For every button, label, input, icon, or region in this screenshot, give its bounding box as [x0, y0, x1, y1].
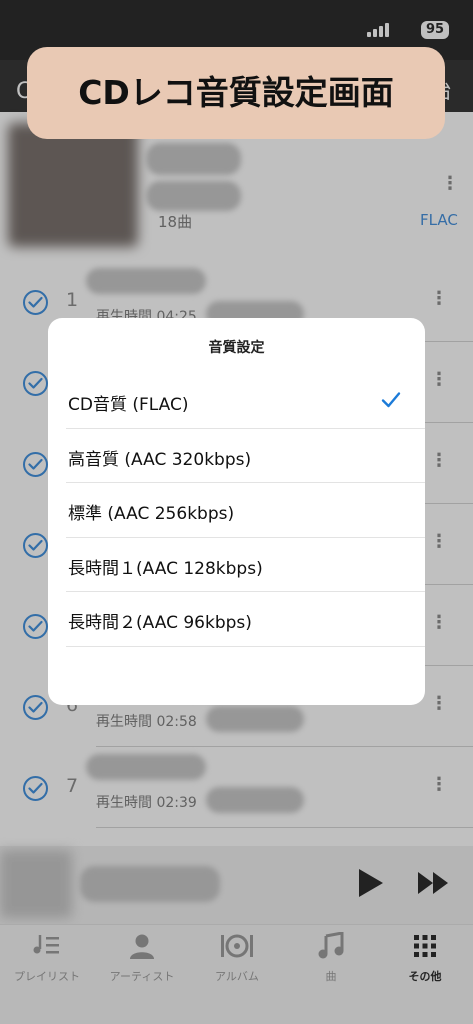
checkmark-icon [381, 391, 401, 413]
quality-option[interactable]: 長時間２(AAC 96kbps) [66, 592, 425, 647]
quality-option-label: 高音質 (AAC 320kbps) [68, 449, 252, 470]
quality-option-label: 標準 (AAC 256kbps) [68, 504, 235, 524]
quality-option[interactable]: 長時間１(AAC 128kbps) [66, 538, 425, 592]
caption-banner: CDレコ音質設定画面 [27, 47, 445, 139]
quality-option-label: CD音質 (FLAC) [68, 395, 189, 415]
quality-option[interactable]: CD音質 (FLAC) [66, 374, 425, 429]
quality-options: CD音質 (FLAC) 高音質 (AAC 320kbps) 標準 (AAC 256k… [48, 374, 425, 647]
quality-option-label: 長時間２(AAC 96kbps) [68, 613, 252, 633]
dialog-title: 音質設定 [208, 340, 265, 356]
quality-option[interactable]: 標準 (AAC 256kbps) [66, 483, 425, 538]
quality-dialog: 音質設定 CD音質 (FLAC) 高音質 (AAC 320kbps) 標準 (AAC… [48, 318, 425, 705]
quality-option-label: 長時間１(AAC 128kbps) [68, 558, 263, 579]
quality-option[interactable]: 高音質 (AAC 320kbps) [66, 429, 425, 483]
